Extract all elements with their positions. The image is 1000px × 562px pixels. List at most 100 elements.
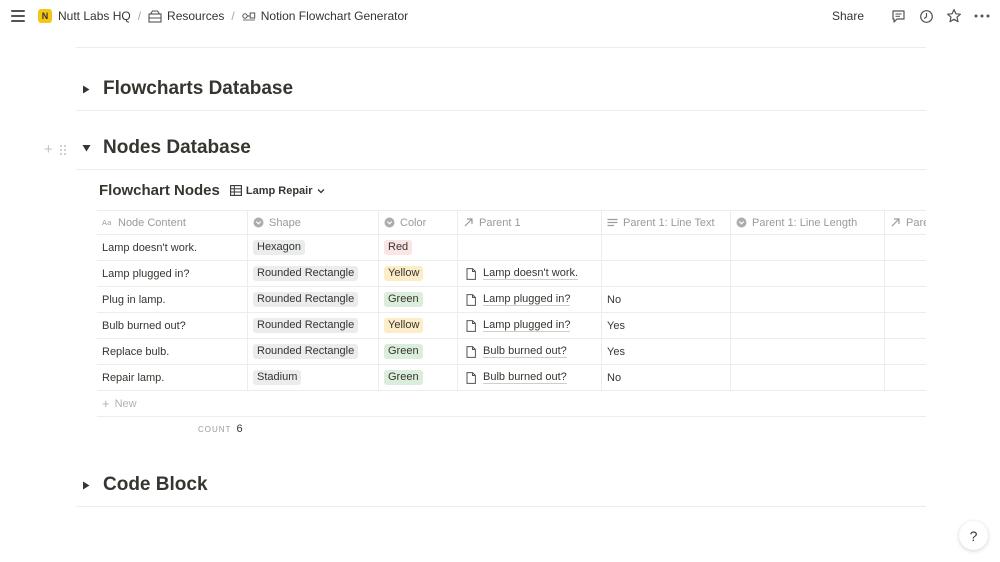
parent-cell[interactable]: Lamp plugged in?	[458, 287, 602, 312]
parent-2-cell[interactable]	[885, 313, 926, 338]
color-cell[interactable]: Red	[379, 235, 458, 260]
shape-tag: Rounded Rectangle	[253, 266, 359, 281]
row-count[interactable]: COUNT 6	[198, 423, 243, 435]
color-cell[interactable]: Green	[379, 287, 458, 312]
color-cell[interactable]: Yellow	[379, 313, 458, 338]
column-header-line-length[interactable]: Parent 1: Line Length	[731, 211, 885, 234]
parent-cell[interactable]: Bulb burned out?	[458, 365, 602, 390]
color-cell[interactable]: Green	[379, 365, 458, 390]
section-heading[interactable]: Flowcharts Database	[103, 78, 293, 100]
node-content-cell[interactable]: Lamp doesn't work.	[97, 235, 248, 260]
collapsed-triangle-icon[interactable]	[81, 84, 91, 94]
parent-cell[interactable]	[458, 235, 602, 260]
table-row[interactable]: Replace bulb. Rounded Rectangle Green Bu…	[97, 339, 926, 365]
relation-link[interactable]: Lamp plugged in?	[463, 293, 571, 306]
column-header-node-content[interactable]: Aa Node Content	[97, 211, 248, 234]
relation-link[interactable]: Bulb burned out?	[463, 371, 567, 384]
database-title[interactable]: Flowchart Nodes	[99, 182, 220, 199]
parent-cell[interactable]: Lamp doesn't work.	[458, 261, 602, 286]
shape-cell[interactable]: Hexagon	[248, 235, 379, 260]
line-text-cell[interactable]: No	[602, 287, 731, 312]
parent-2-cell[interactable]	[885, 365, 926, 390]
share-button[interactable]: Share	[832, 9, 864, 23]
line-length-cell[interactable]	[731, 261, 885, 286]
parent-cell[interactable]: Bulb burned out?	[458, 339, 602, 364]
node-content-cell[interactable]: Bulb burned out?	[97, 313, 248, 338]
line-text-cell[interactable]	[602, 261, 731, 286]
line-length-cell[interactable]	[731, 287, 885, 312]
shape-tag: Rounded Rectangle	[253, 344, 359, 359]
breadcrumb-resources[interactable]: Resources	[148, 9, 224, 23]
table-row[interactable]: Bulb burned out? Rounded Rectangle Yello…	[97, 313, 926, 339]
count-value: 6	[236, 423, 243, 435]
table-row[interactable]: Lamp plugged in? Rounded Rectangle Yello…	[97, 261, 926, 287]
column-header-shape[interactable]: Shape	[248, 211, 379, 234]
parent-cell[interactable]: Lamp plugged in?	[458, 313, 602, 338]
node-content-cell[interactable]: Repair lamp.	[97, 365, 248, 390]
shape-tag: Rounded Rectangle	[253, 292, 359, 307]
breadcrumb-separator: /	[137, 9, 142, 23]
column-header-color[interactable]: Color	[379, 211, 458, 234]
node-content-cell[interactable]: Replace bulb.	[97, 339, 248, 364]
section-heading[interactable]: Nodes Database	[103, 137, 251, 159]
relation-arrow-icon	[891, 218, 900, 227]
line-text-cell[interactable]: Yes	[602, 339, 731, 364]
color-tag: Red	[384, 240, 413, 255]
select-property-icon	[736, 217, 747, 228]
color-tag: Yellow	[384, 318, 424, 333]
node-content-cell[interactable]: Lamp plugged in?	[97, 261, 248, 286]
help-button[interactable]: ?	[959, 521, 988, 550]
relation-link[interactable]: Bulb burned out?	[463, 345, 567, 358]
page-icon	[466, 267, 476, 280]
column-header-parent-1[interactable]: Parent 1	[458, 211, 602, 234]
parent-2-cell[interactable]	[885, 235, 926, 260]
breadcrumb-separator: /	[231, 9, 235, 23]
view-selector[interactable]: Lamp Repair	[229, 185, 325, 197]
collapsed-triangle-icon[interactable]	[81, 480, 91, 490]
table-row[interactable]: Plug in lamp. Rounded Rectangle Green La…	[97, 287, 926, 313]
section-heading[interactable]: Code Block	[103, 474, 208, 496]
table-row[interactable]: Repair lamp. Stadium Green Bulb burned o…	[97, 365, 926, 391]
add-block-icon[interactable]: +	[44, 141, 53, 158]
more-options-icon[interactable]	[974, 8, 990, 24]
node-content-cell[interactable]: Plug in lamp.	[97, 287, 248, 312]
parent-2-cell[interactable]	[885, 339, 926, 364]
history-clock-icon[interactable]	[918, 8, 934, 24]
section-code-block: Code Block	[76, 470, 926, 500]
color-cell[interactable]: Green	[379, 339, 458, 364]
relation-link[interactable]: Lamp plugged in?	[463, 319, 571, 332]
expanded-triangle-icon[interactable]	[81, 143, 91, 153]
shape-cell[interactable]: Rounded Rectangle	[248, 261, 379, 286]
shape-cell[interactable]: Rounded Rectangle	[248, 339, 379, 364]
parent-2-cell[interactable]	[885, 261, 926, 286]
flowchart-icon	[242, 9, 256, 23]
section-flowcharts-database: Flowcharts Database	[76, 74, 926, 104]
line-length-cell[interactable]	[731, 235, 885, 260]
shape-cell[interactable]: Rounded Rectangle	[248, 287, 379, 312]
line-length-cell[interactable]	[731, 365, 885, 390]
hamburger-menu-icon[interactable]	[11, 10, 25, 22]
favorite-star-icon[interactable]	[946, 8, 962, 24]
breadcrumb-flowchart-generator[interactable]: Notion Flowchart Generator	[242, 9, 408, 23]
table-view-icon	[229, 185, 242, 196]
line-text-cell[interactable]: Yes	[602, 313, 731, 338]
shape-cell[interactable]: Rounded Rectangle	[248, 313, 379, 338]
line-length-cell[interactable]	[731, 313, 885, 338]
table-row[interactable]: Lamp doesn't work. Hexagon Red	[97, 235, 926, 261]
notion-logo-icon: N	[38, 9, 52, 23]
comments-icon[interactable]	[890, 8, 906, 24]
breadcrumb-nutt-labs-hq[interactable]: N Nutt Labs HQ	[38, 9, 131, 23]
page-icon	[466, 293, 476, 306]
drag-handle-icon[interactable]	[59, 144, 67, 156]
column-header-line-text[interactable]: Parent 1: Line Text	[602, 211, 731, 234]
parent-2-cell[interactable]	[885, 287, 926, 312]
shape-cell[interactable]: Stadium	[248, 365, 379, 390]
color-cell[interactable]: Yellow	[379, 261, 458, 286]
relation-link[interactable]: Lamp doesn't work.	[463, 267, 579, 280]
line-text-cell[interactable]: No	[602, 365, 731, 390]
line-length-cell[interactable]	[731, 339, 885, 364]
line-text-cell[interactable]	[602, 235, 731, 260]
column-header-parent-2[interactable]: Pare	[885, 211, 926, 234]
section-nodes-database: Nodes Database	[76, 133, 926, 163]
add-new-row-button[interactable]: + New	[97, 391, 926, 417]
